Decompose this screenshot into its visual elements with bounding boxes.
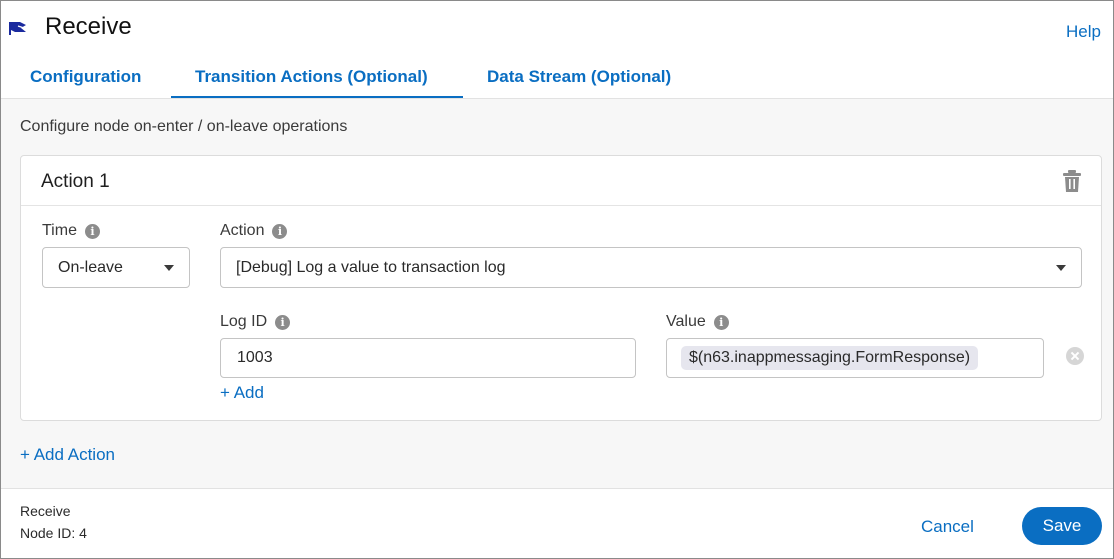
save-button[interactable]: Save bbox=[1022, 507, 1102, 545]
log-id-label: Log ID bbox=[220, 313, 268, 330]
section-description: Configure node on-enter / on-leave opera… bbox=[20, 118, 348, 135]
time-label: Time bbox=[42, 222, 77, 239]
action-select[interactable]: [Debug] Log a value to transaction log bbox=[220, 247, 1082, 288]
action-label: Action bbox=[220, 222, 265, 239]
value-chip[interactable]: $(n63.inappmessaging.FormResponse) bbox=[681, 346, 979, 370]
value-label: Value bbox=[666, 313, 706, 330]
clear-icon[interactable] bbox=[1066, 347, 1084, 365]
dialog-window: Receive Help Configuration Transition Ac… bbox=[0, 0, 1114, 559]
trash-icon[interactable] bbox=[1062, 170, 1082, 192]
help-link[interactable]: Help bbox=[1066, 22, 1101, 42]
value-field[interactable]: $(n63.inappmessaging.FormResponse) bbox=[666, 338, 1044, 378]
dialog-footer: Receive Node ID: 4 Cancel Save bbox=[1, 488, 1113, 558]
tab-content: Configure node on-enter / on-leave opera… bbox=[1, 98, 1113, 488]
flag-icon bbox=[9, 22, 26, 35]
chevron-down-icon bbox=[1056, 265, 1066, 271]
tab-data-stream[interactable]: Data Stream (Optional) bbox=[487, 67, 671, 87]
action-label-group: Action i bbox=[220, 222, 288, 240]
info-icon[interactable]: i bbox=[272, 223, 288, 239]
add-action-link[interactable]: + Add Action bbox=[20, 445, 115, 465]
action-select-value: [Debug] Log a value to transaction log bbox=[236, 259, 506, 276]
log-id-label-group: Log ID i bbox=[220, 313, 291, 331]
add-link[interactable]: + Add bbox=[220, 383, 264, 403]
info-icon[interactable]: i bbox=[713, 314, 729, 330]
action-title: Action 1 bbox=[41, 171, 110, 192]
time-label-group: Time i bbox=[42, 222, 100, 240]
action-card-header: Action 1 bbox=[21, 156, 1101, 206]
dialog-header: Receive Help Configuration Transition Ac… bbox=[1, 1, 1113, 98]
value-label-group: Value i bbox=[666, 313, 729, 331]
log-id-input[interactable] bbox=[220, 338, 636, 378]
time-select-value: On-leave bbox=[58, 259, 123, 276]
node-id: Node ID: 4 bbox=[20, 525, 87, 541]
tab-transition-actions[interactable]: Transition Actions (Optional) bbox=[195, 67, 428, 87]
node-name: Receive bbox=[20, 503, 71, 519]
time-select[interactable]: On-leave bbox=[42, 247, 190, 288]
chevron-down-icon bbox=[164, 265, 174, 271]
info-icon[interactable]: i bbox=[275, 314, 291, 330]
info-icon[interactable]: i bbox=[84, 223, 100, 239]
action-card: Action 1 Time i On-leave Action i [Debug… bbox=[20, 155, 1102, 421]
page-title: Receive bbox=[45, 13, 132, 40]
tab-configuration[interactable]: Configuration bbox=[30, 67, 141, 87]
cancel-button[interactable]: Cancel bbox=[921, 517, 974, 537]
